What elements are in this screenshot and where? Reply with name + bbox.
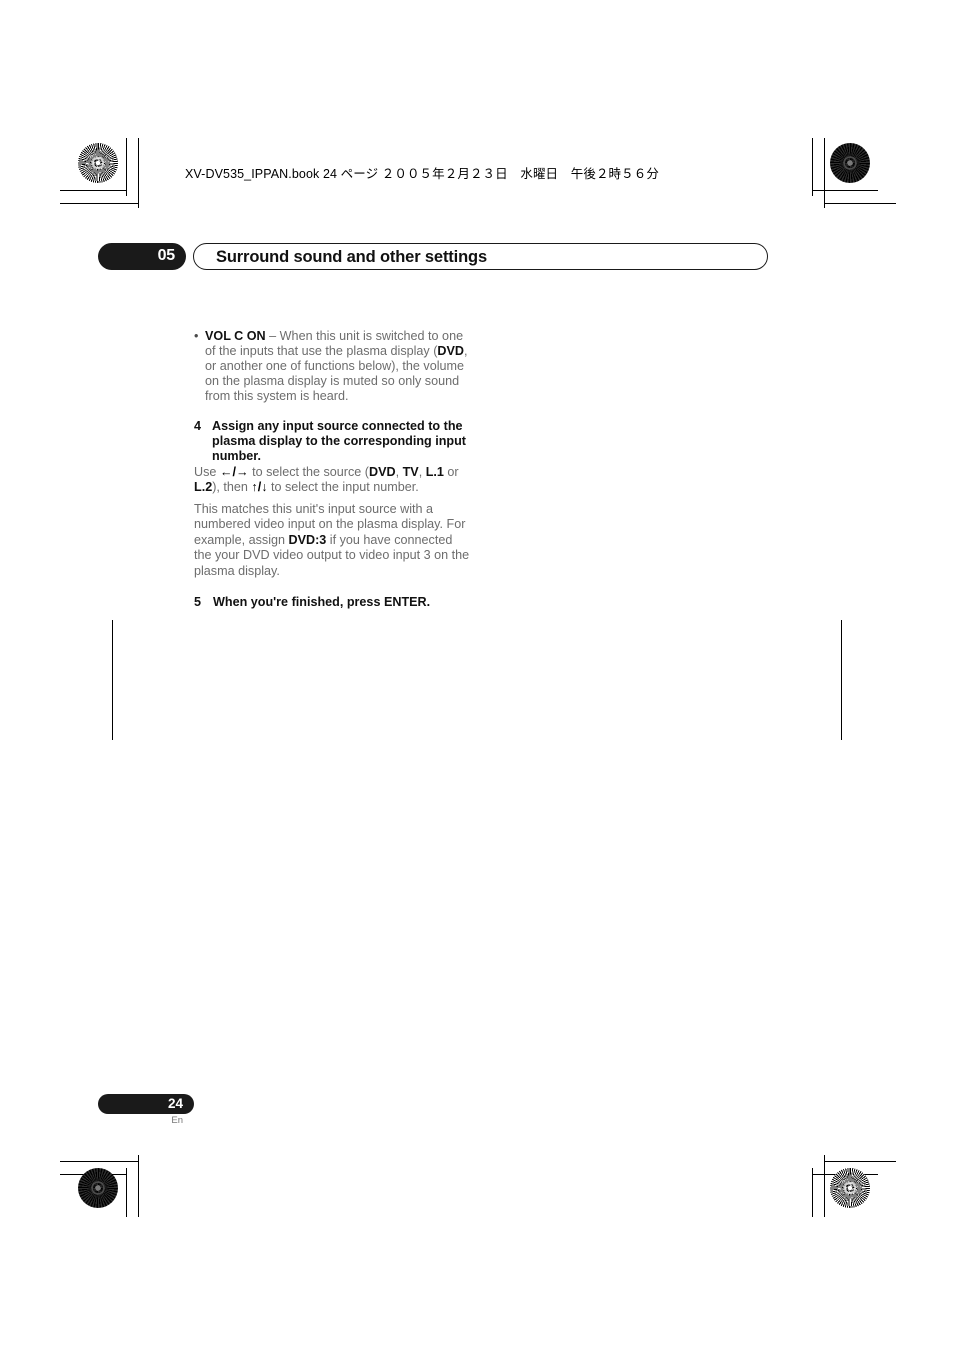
print-density-target-top-left [78,143,118,183]
registration-mark-left-middle [96,658,130,692]
instruction-suffix: to select the input number. [267,479,419,494]
page-title: Surround sound and other settings [216,248,487,266]
crop-mark-top-right-vertical-inner [824,138,825,208]
step-5-heading: 5 When you're finished, press ENTER. [194,595,472,610]
crop-mark-bottom-left-vertical-inner [138,1155,139,1217]
registration-mark-right-upper [824,200,858,234]
language-code: En [171,1115,183,1126]
bullet-term: VOL C ON [205,329,266,343]
up-down-arrow-icon: ↑/↓ [251,479,268,494]
registration-mark-top-right [764,156,798,190]
body-content-column: • VOL C ON – When this unit is switched … [194,329,472,610]
bullet-term-dvd: DVD [437,344,465,358]
page-number: 24 [167,1096,183,1111]
registration-mark-top-left [150,156,184,190]
chapter-header-bar: 05 Surround sound and other settings [98,243,768,270]
instruction-middle: to select the source ( [248,464,369,479]
left-right-arrow-icon: ←/→ [219,464,249,479]
source-option-dvd: DVD [369,464,396,479]
step-4-heading: 4 Assign any input source connected to t… [194,419,472,465]
crop-mark-bottom-left-vertical-outer [126,1168,127,1217]
step-4-heading-text: Assign any input source connected to the… [212,419,467,464]
instruction-or: or [443,464,459,479]
print-density-target-bottom-left [78,1168,118,1208]
crop-mark-bottom-left-horizontal-inner [60,1161,138,1162]
source-separator-2: , [418,464,426,479]
chapter-number: 05 [157,247,176,264]
page-number-pill: 24 [98,1094,194,1114]
crop-mark-top-right-horizontal-outer [812,190,878,191]
instruction-then: ), then [212,479,252,494]
crop-mark-bottom-right-vertical-outer [812,1168,813,1217]
step-4-number: 4 [194,419,202,433]
registration-mark-right-lower [824,1112,858,1146]
source-option-tv: TV [402,464,419,479]
bullet-marker: • [194,329,199,343]
registration-mark-bottom-right [764,1164,798,1198]
registration-mark-bottom-left [150,1164,184,1198]
step-4-explanation: This matches this unit's input source wi… [194,502,472,579]
crop-mark-top-right-vertical-outer [812,138,813,196]
manual-page: XV-DV535_IPPAN.book 24 ページ ２００５年２月２３日 水曜… [0,0,954,1351]
crop-mark-top-left-horizontal-outer [60,190,126,191]
list-item: • VOL C ON – When this unit is switched … [194,329,472,404]
source-option-l1: L.1 [425,464,444,479]
chapter-title-pill: Surround sound and other settings [193,243,768,270]
print-density-target-top-right [830,143,870,183]
registration-mark-right-middle [825,658,859,692]
registration-mark-bottom-center [463,1164,497,1198]
source-separator-1: , [395,464,403,479]
bullet-dash: – [265,329,280,343]
crop-mark-top-left-vertical-outer [126,138,127,196]
print-density-target-bottom-right [830,1168,870,1208]
crop-mark-top-left-vertical-inner [138,138,139,208]
crop-mark-bottom-right-horizontal-inner [824,1161,896,1162]
step-4-instruction: Use ←/→ to select the source (DVD, TV, L… [194,465,472,495]
step-5-number: 5 [194,595,202,610]
chapter-number-pill: 05 [98,243,186,270]
crop-mark-bottom-right-vertical-inner [824,1155,825,1217]
registration-mark-left-upper [96,200,130,234]
running-header-filename: XV-DV535_IPPAN.book 24 ページ ２００５年２月２３日 水曜… [185,167,659,181]
example-value-dvd3: DVD:3 [288,532,327,547]
instruction-prefix: Use [194,464,220,479]
bullet-item-text: VOL C ON – When this unit is switched to… [205,329,472,404]
step-5-heading-text: When you're finished, press ENTER. [213,595,431,610]
source-option-l2: L.2 [194,479,213,494]
